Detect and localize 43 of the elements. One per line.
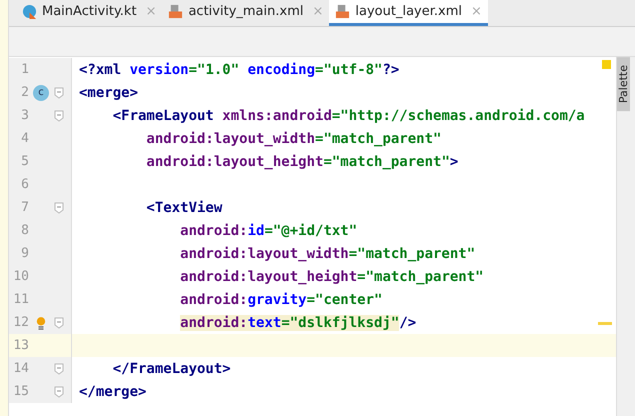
line-number: 2 bbox=[20, 85, 29, 100]
code-line: android:layout_width="match_parent" bbox=[179, 246, 476, 262]
code-line: </FrameLayout> bbox=[112, 360, 231, 376]
fold-icon[interactable] bbox=[54, 316, 64, 328]
line-number: 1 bbox=[20, 62, 29, 77]
line-number: 14 bbox=[12, 361, 29, 376]
line-number: 3 bbox=[20, 108, 29, 123]
fold-icon[interactable] bbox=[54, 110, 64, 122]
line-number: 9 bbox=[20, 246, 29, 261]
fold-icon[interactable] bbox=[54, 86, 64, 98]
line-number: 11 bbox=[12, 292, 29, 307]
code-line: <FrameLayout xmlns:android="http://schemas.android.com/a bbox=[112, 108, 585, 124]
line-number: 7 bbox=[20, 200, 29, 215]
xml-file-icon bbox=[168, 4, 184, 19]
line-number: 10 bbox=[12, 269, 29, 284]
lightbulb-icon[interactable] bbox=[36, 316, 46, 330]
palette-tab[interactable]: Palette bbox=[617, 57, 630, 112]
class-badge-icon[interactable]: c bbox=[33, 84, 49, 100]
kotlin-class-icon bbox=[22, 4, 37, 19]
code-line: <merge> bbox=[78, 84, 138, 100]
line-number: 12 bbox=[12, 315, 29, 330]
code-line: android:gravity="center" bbox=[179, 292, 382, 308]
fold-icon[interactable] bbox=[54, 362, 64, 374]
editor-tab[interactable]: MainActivity.kt × bbox=[16, 0, 162, 26]
line-number: 5 bbox=[20, 154, 29, 169]
code-line: android:id="@+id/txt" bbox=[179, 222, 358, 238]
fold-icon[interactable] bbox=[54, 202, 64, 214]
code-line: android:layout_width="match_parent" bbox=[145, 130, 442, 146]
code-line: android:layout_height="match_parent"> bbox=[145, 154, 458, 170]
line-number: 4 bbox=[20, 131, 29, 146]
code-line: android:layout_height="match_parent" bbox=[179, 268, 484, 284]
editor-tab[interactable]: activity_main.xml × bbox=[162, 0, 330, 26]
line-number: 15 bbox=[12, 384, 29, 399]
line-number: 8 bbox=[20, 223, 29, 238]
fold-icon[interactable] bbox=[54, 386, 64, 398]
code-line: <?xml version="1.0" encoding="utf-8"?> bbox=[78, 62, 400, 78]
line-number: 13 bbox=[12, 338, 29, 353]
code-line: <TextView bbox=[145, 200, 222, 216]
xml-file-icon bbox=[335, 4, 350, 19]
code-line: </merge> bbox=[78, 384, 146, 400]
line-number: 6 bbox=[20, 177, 29, 192]
code-line: android:text="dslkfjlksdj"/> bbox=[179, 314, 416, 330]
editor-tab[interactable]: layout_layer.xml × bbox=[329, 0, 488, 26]
